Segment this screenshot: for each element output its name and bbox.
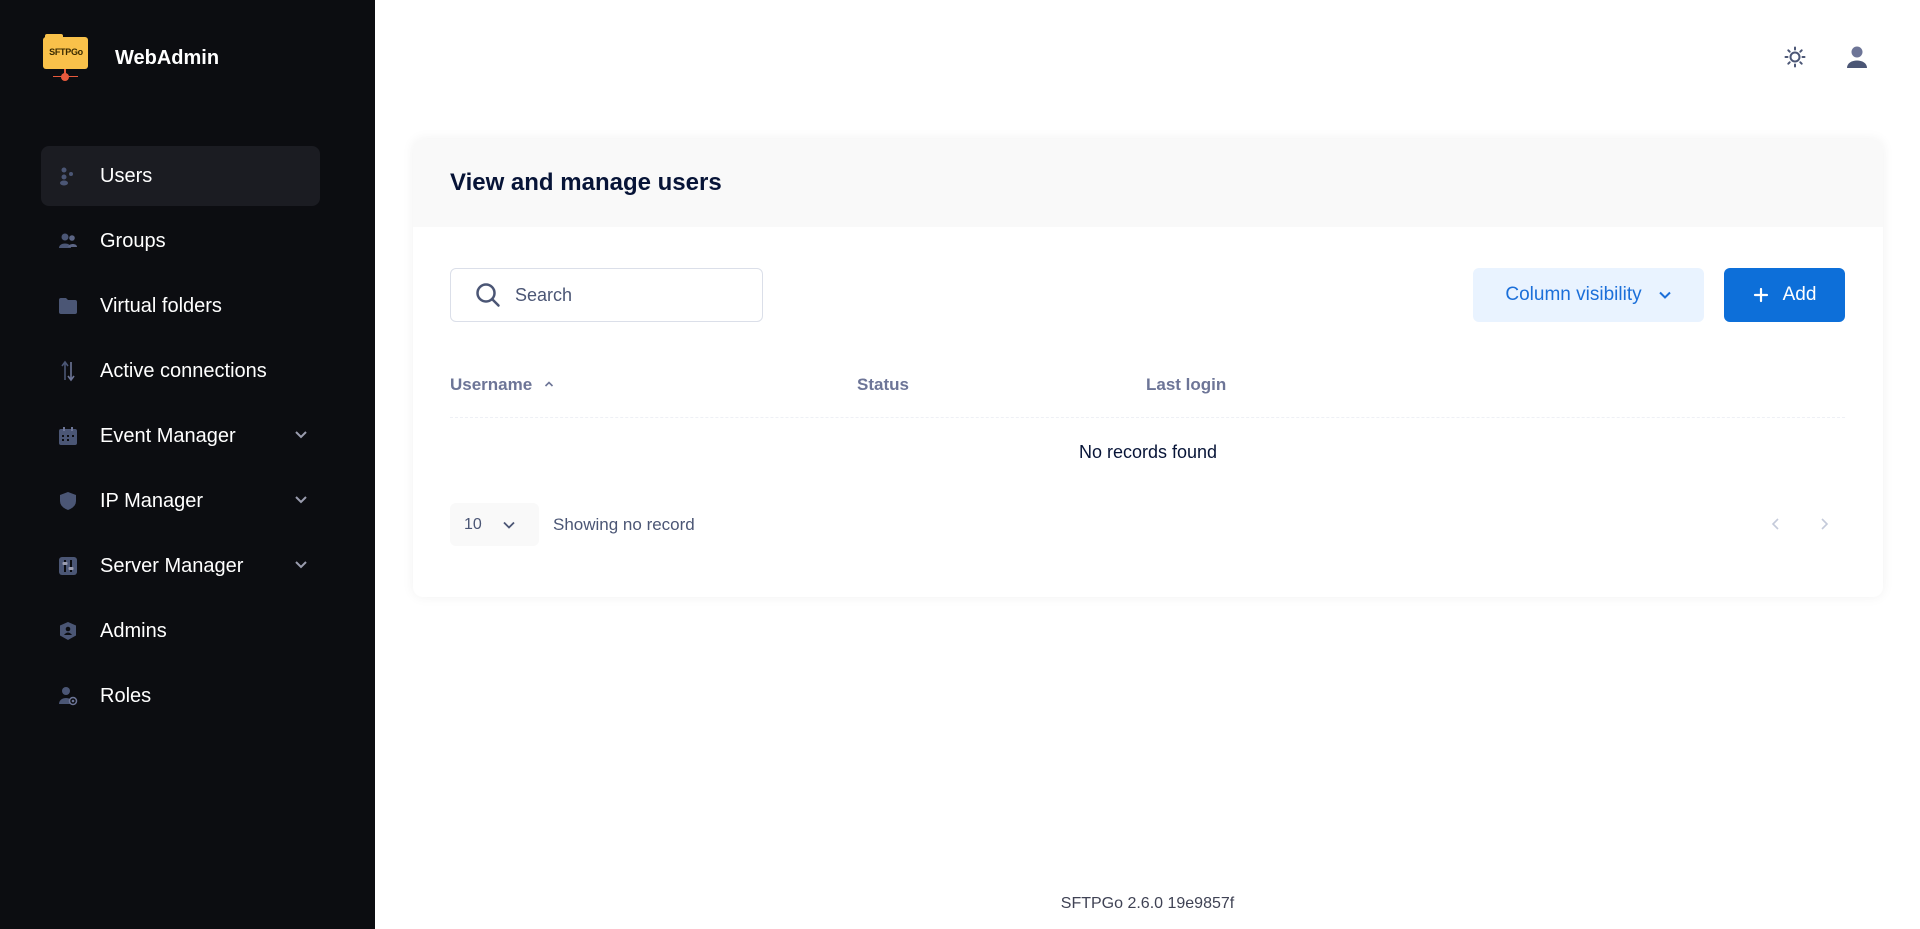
page-title: View and manage users xyxy=(450,169,722,196)
sidebar-item-label: Admins xyxy=(100,619,167,642)
sort-ascending-icon xyxy=(544,381,554,387)
chevron-right-icon xyxy=(1821,518,1829,530)
column-header-status[interactable]: Status xyxy=(857,375,909,395)
sidebar-item-label: Roles xyxy=(100,684,152,707)
page-size-select[interactable]: 10 xyxy=(450,503,539,546)
add-button-label: Add xyxy=(1782,284,1817,305)
search-box[interactable] xyxy=(450,268,763,322)
footer-version: SFTPGo 2.6.0 19e9857f xyxy=(1060,895,1235,912)
add-user-button[interactable]: Add xyxy=(1724,268,1845,322)
sidebar-item-admins[interactable]: Admins xyxy=(41,601,320,661)
sidebar-item-label: Active connections xyxy=(100,359,267,382)
sidebar-item-virtual-folders[interactable]: Virtual folders xyxy=(41,276,320,336)
calendar-icon xyxy=(58,425,78,447)
plus-icon xyxy=(1753,287,1768,303)
sidebar-item-roles[interactable]: Roles xyxy=(41,666,320,726)
users-card: View and manage users Column visibility … xyxy=(413,139,1883,597)
sidebar-item-users[interactable]: Users xyxy=(41,146,320,206)
pagination-info: Showing no record xyxy=(553,515,695,534)
folder-icon xyxy=(58,295,78,317)
sidebar-item-label: Server Manager xyxy=(100,554,244,577)
arrows-updown-icon xyxy=(58,360,78,382)
user-menu-button[interactable] xyxy=(1843,43,1871,71)
sidebar-item-label: Groups xyxy=(100,229,166,252)
sftpgo-logo: SFTPGo xyxy=(43,34,88,82)
chevron-down-icon xyxy=(295,431,307,439)
sidebar-item-label: Users xyxy=(100,164,153,187)
groups-icon xyxy=(58,230,78,252)
page-size-value: 10 xyxy=(464,515,482,533)
chevron-left-icon xyxy=(1771,518,1779,530)
admin-shield-icon xyxy=(58,620,78,642)
search-input[interactable] xyxy=(515,284,745,306)
card-header: View and manage users xyxy=(413,139,1883,227)
table-header-divider xyxy=(450,417,1845,418)
previous-page-button[interactable] xyxy=(1766,514,1786,534)
sidebar: SFTPGo WebAdmin Users Groups Virtual fol… xyxy=(0,0,375,929)
shield-icon xyxy=(58,490,78,512)
sidebar-item-label: Virtual folders xyxy=(100,294,222,317)
column-visibility-button[interactable]: Column visibility xyxy=(1473,268,1704,322)
sidebar-item-label: Event Manager xyxy=(100,424,236,447)
column-header-username[interactable]: Username xyxy=(450,375,555,395)
chevron-down-icon xyxy=(295,496,307,504)
sidebar-item-active-connections[interactable]: Active connections xyxy=(41,341,320,401)
sidebar-item-server-manager[interactable]: Server Manager xyxy=(41,536,320,596)
column-visibility-label: Column visibility xyxy=(1505,284,1642,305)
users-icon xyxy=(58,165,78,187)
sidebar-item-ip-manager[interactable]: IP Manager xyxy=(41,471,320,531)
brand[interactable]: SFTPGo WebAdmin xyxy=(43,34,219,82)
search-icon xyxy=(476,283,500,307)
sidebar-item-event-manager[interactable]: Event Manager xyxy=(41,406,320,466)
logo-text: SFTPGo xyxy=(49,47,83,57)
user-role-icon xyxy=(58,685,78,707)
sun-icon xyxy=(1784,46,1806,68)
column-header-last-login[interactable]: Last login xyxy=(1146,375,1226,395)
theme-toggle-button[interactable] xyxy=(1781,43,1809,71)
user-icon xyxy=(1847,46,1867,68)
sidebar-nav: Users Groups Virtual folders Active conn… xyxy=(41,146,320,731)
sliders-icon xyxy=(58,555,78,577)
next-page-button[interactable] xyxy=(1814,514,1834,534)
brand-name: WebAdmin xyxy=(115,46,220,69)
sidebar-item-label: IP Manager xyxy=(100,489,204,512)
sidebar-item-groups[interactable]: Groups xyxy=(41,211,320,271)
chevron-down-icon xyxy=(295,561,307,569)
empty-table-message: No records found xyxy=(1078,442,1218,462)
chevron-down-icon xyxy=(1658,291,1671,299)
chevron-down-icon xyxy=(503,521,515,529)
